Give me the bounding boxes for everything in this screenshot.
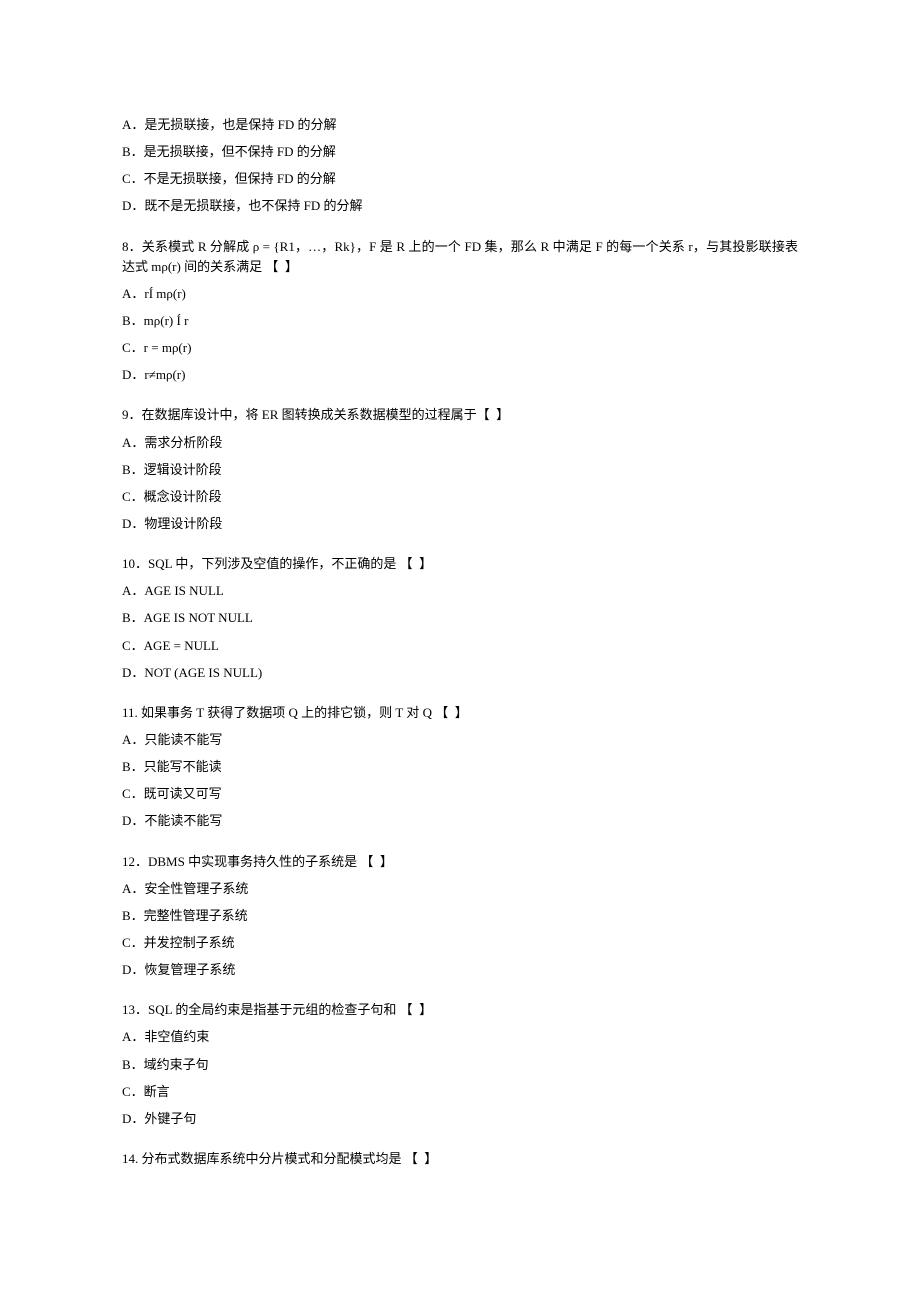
option-line: C．概念设计阶段	[122, 487, 798, 507]
question-stem: 13．SQL 的全局约束是指基于元组的检查子句和 【 】	[122, 1000, 798, 1020]
option-line: C．AGE = NULL	[122, 636, 798, 656]
option-line: A．需求分析阶段	[122, 433, 798, 453]
option-line: A．非空值约束	[122, 1027, 798, 1047]
option-line: B．完整性管理子系统	[122, 906, 798, 926]
option-line: C．并发控制子系统	[122, 933, 798, 953]
question-block: 8．关系模式 R 分解成 ρ = {R1，…，Rk}，F 是 R 上的一个 FD…	[122, 237, 798, 386]
option-line: D．恢复管理子系统	[122, 960, 798, 980]
question-stem: 10．SQL 中，下列涉及空值的操作，不正确的是 【 】	[122, 554, 798, 574]
option-line: B．逻辑设计阶段	[122, 460, 798, 480]
question-stem: 12．DBMS 中实现事务持久性的子系统是 【 】	[122, 852, 798, 872]
option-line: D．不能读不能写	[122, 811, 798, 831]
option-line: A．是无损联接，也是保持 FD 的分解	[122, 115, 798, 135]
option-line: A．AGE IS NULL	[122, 581, 798, 601]
option-line: B．是无损联接，但不保持 FD 的分解	[122, 142, 798, 162]
question-block: 12．DBMS 中实现事务持久性的子系统是 【 】 A．安全性管理子系统 B．完…	[122, 852, 798, 981]
option-line: B．AGE IS NOT NULL	[122, 608, 798, 628]
option-line: D．外键子句	[122, 1109, 798, 1129]
option-line: A．安全性管理子系统	[122, 879, 798, 899]
question-stem: 11. 如果事务 T 获得了数据项 Q 上的排它锁，则 T 对 Q 【 】	[122, 703, 798, 723]
option-line: D．r≠mρ(r)	[122, 365, 798, 385]
pre-options-block: A．是无损联接，也是保持 FD 的分解 B．是无损联接，但不保持 FD 的分解 …	[122, 115, 798, 217]
option-line: C．断言	[122, 1082, 798, 1102]
question-stem: 14. 分布式数据库系统中分片模式和分配模式均是 【 】	[122, 1149, 798, 1169]
option-line: B．mρ(r) Í r	[122, 311, 798, 331]
option-line: A．rÍ mρ(r)	[122, 284, 798, 304]
question-block: 13．SQL 的全局约束是指基于元组的检查子句和 【 】 A．非空值约束 B．域…	[122, 1000, 798, 1129]
question-block: 14. 分布式数据库系统中分片模式和分配模式均是 【 】	[122, 1149, 798, 1169]
option-line: C．不是无损联接，但保持 FD 的分解	[122, 169, 798, 189]
option-line: D．NOT (AGE IS NULL)	[122, 663, 798, 683]
option-line: B．域约束子句	[122, 1055, 798, 1075]
option-line: C．r = mρ(r)	[122, 338, 798, 358]
document-page: A．是无损联接，也是保持 FD 的分解 B．是无损联接，但不保持 FD 的分解 …	[0, 0, 920, 1249]
question-block: 9．在数据库设计中，将 ER 图转换成关系数据模型的过程属于【 】 A．需求分析…	[122, 405, 798, 534]
question-block: 10．SQL 中，下列涉及空值的操作，不正确的是 【 】 A．AGE IS NU…	[122, 554, 798, 683]
option-line: D．既不是无损联接，也不保持 FD 的分解	[122, 196, 798, 216]
question-stem: 8．关系模式 R 分解成 ρ = {R1，…，Rk}，F 是 R 上的一个 FD…	[122, 237, 798, 277]
option-line: A．只能读不能写	[122, 730, 798, 750]
option-line: B．只能写不能读	[122, 757, 798, 777]
question-block: 11. 如果事务 T 获得了数据项 Q 上的排它锁，则 T 对 Q 【 】 A．…	[122, 703, 798, 832]
option-line: D．物理设计阶段	[122, 514, 798, 534]
option-line: C．既可读又可写	[122, 784, 798, 804]
question-stem: 9．在数据库设计中，将 ER 图转换成关系数据模型的过程属于【 】	[122, 405, 798, 425]
